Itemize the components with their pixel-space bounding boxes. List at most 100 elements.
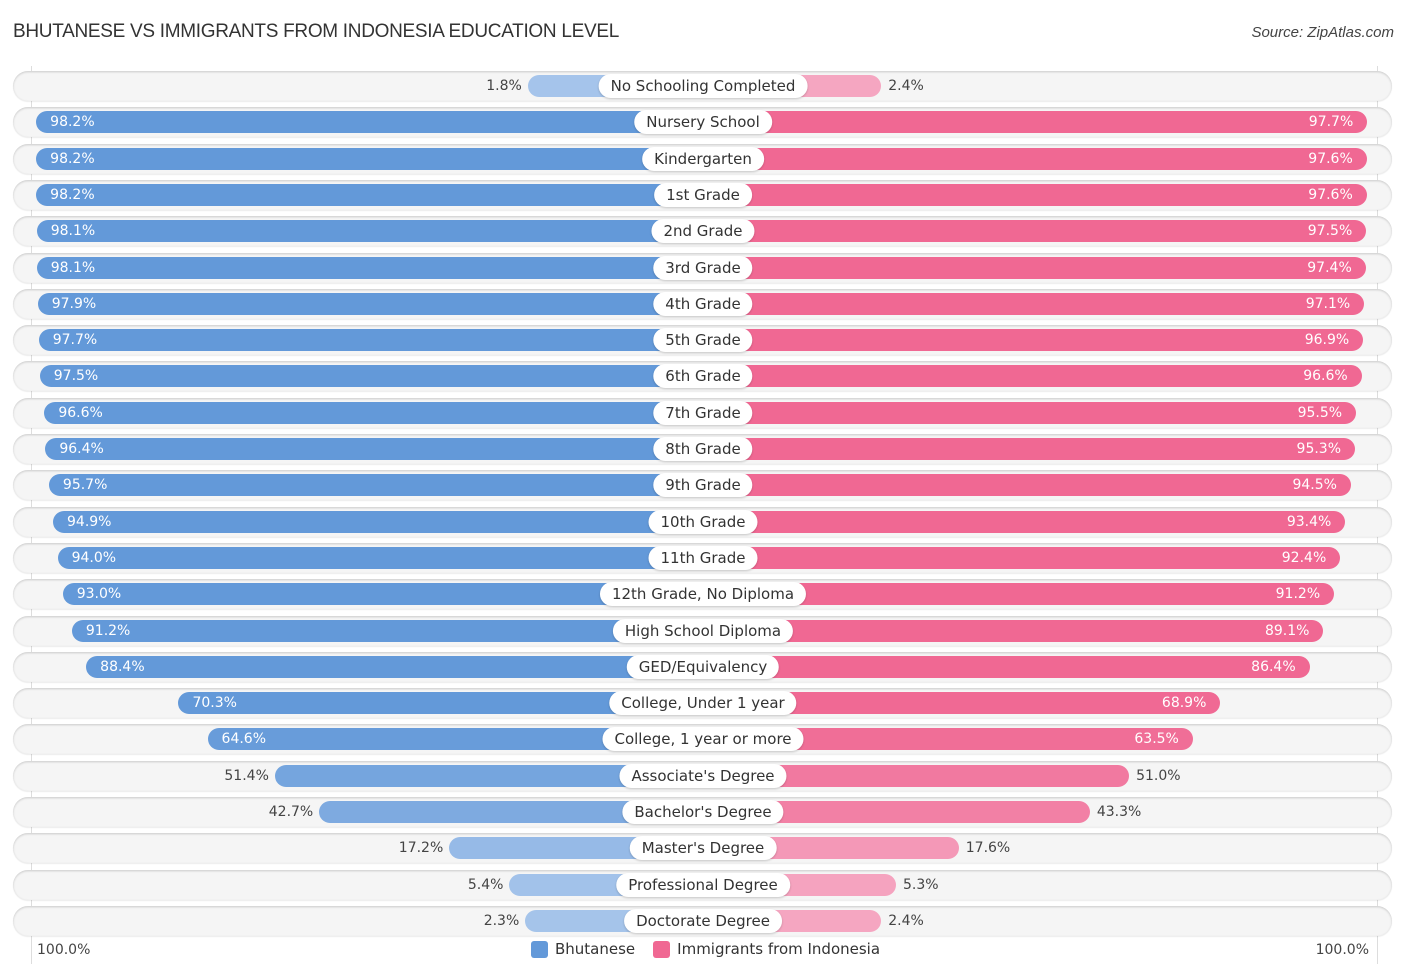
value-label-right-no-schooling-completed: 2.4%: [888, 78, 924, 94]
category-label-doctorate-degree: Doctorate Degree: [624, 908, 782, 933]
value-label-right-college-1-year-or-more: 63.5%: [1134, 731, 1179, 748]
value-label-left-11th-grade: 94.0%: [71, 549, 117, 566]
bar-left-1st-grade[interactable]: [36, 183, 703, 206]
value-label-left-master-s-degree: 17.2%: [398, 840, 444, 857]
category-label-3rd-grade: 3rd Grade: [653, 255, 753, 280]
value-label-left-no-schooling-completed: 1.8%: [486, 78, 522, 94]
bar-left-6th-grade[interactable]: [39, 365, 703, 388]
value-label-right-8th-grade: 95.3%: [1296, 441, 1342, 457]
category-label-kindergarten: Kindergarten: [642, 146, 764, 171]
bar-right-1st-grade[interactable]: [703, 183, 1367, 206]
legend-item-immigrants-from-indonesia[interactable]: Immigrants from Indonesia: [653, 940, 880, 958]
category-label-bachelor-s-degree: Bachelor's Degree: [622, 800, 784, 824]
value-label-left-9th-grade: 95.7%: [62, 477, 108, 494]
value-label-right-master-s-degree: 17.6%: [965, 840, 1011, 857]
bar-right-10th-grade[interactable]: [703, 510, 1346, 533]
bar-left-2nd-grade[interactable]: [36, 220, 703, 243]
bar-left-10th-grade[interactable]: [53, 510, 703, 533]
bar-right-ged-equivalency[interactable]: [703, 655, 1310, 678]
bar-left-5th-grade[interactable]: [38, 329, 703, 352]
value-label-left-college-1-year-or-more: 64.6%: [221, 731, 267, 748]
bar-right-7th-grade[interactable]: [703, 401, 1357, 424]
bar-right-3rd-grade[interactable]: [703, 256, 1366, 279]
bar-left-3rd-grade[interactable]: [36, 256, 703, 279]
value-label-left-college-under-1-year: 70.3%: [192, 695, 237, 712]
category-label-no-schooling-completed: No Schooling Completed: [598, 74, 808, 98]
value-label-right-7th-grade: 95.5%: [1297, 404, 1343, 421]
value-label-right-9th-grade: 94.5%: [1292, 477, 1337, 494]
value-label-left-ged-equivalency: 88.4%: [100, 658, 145, 675]
value-label-right-associate-s-degree: 51.0%: [1136, 767, 1181, 784]
bar-left-nursery-school[interactable]: [36, 111, 703, 134]
bar-left-kindergarten[interactable]: [36, 147, 703, 170]
value-label-left-kindergarten: 98.2%: [50, 150, 95, 167]
category-label-5th-grade: 5th Grade: [653, 328, 753, 353]
category-label-ged-equivalency: GED/Equivalency: [626, 654, 780, 679]
value-label-left-3rd-grade: 98.1%: [50, 259, 96, 276]
category-label-college-1-year-or-more: College, 1 year or more: [602, 727, 804, 752]
bar-right-11th-grade[interactable]: [703, 546, 1341, 569]
bar-left-ged-equivalency[interactable]: [86, 655, 703, 678]
legend-item-bhutanese[interactable]: Bhutanese: [531, 940, 635, 958]
value-label-right-ged-equivalency: 86.4%: [1251, 658, 1296, 675]
value-label-left-associate-s-degree: 51.4%: [224, 767, 269, 784]
right-axis-max-label: 100.0%: [1315, 942, 1369, 958]
value-label-right-high-school-diploma: 89.1%: [1264, 622, 1310, 639]
bar-right-kindergarten[interactable]: [703, 147, 1367, 170]
bar-left-high-school-diploma[interactable]: [71, 619, 703, 642]
value-label-right-bachelor-s-degree: 43.3%: [1096, 804, 1142, 820]
value-label-right-3rd-grade: 97.4%: [1307, 259, 1352, 276]
bar-right-nursery-school[interactable]: [703, 111, 1368, 134]
bar-right-6th-grade[interactable]: [703, 365, 1362, 388]
category-label-associate-s-degree: Associate's Degree: [619, 763, 787, 788]
category-label-10th-grade: 10th Grade: [648, 509, 758, 534]
legend-swatch-bhutanese: [531, 940, 548, 958]
value-label-right-4th-grade: 97.1%: [1305, 295, 1351, 312]
value-label-left-10th-grade: 94.9%: [67, 513, 112, 530]
value-label-left-7th-grade: 96.6%: [58, 404, 103, 421]
category-label-9th-grade: 9th Grade: [653, 473, 753, 498]
value-label-left-8th-grade: 96.4%: [59, 441, 104, 457]
bar-right-5th-grade[interactable]: [703, 329, 1364, 352]
value-label-right-nursery-school: 97.7%: [1308, 114, 1354, 131]
bar-left-4th-grade[interactable]: [37, 292, 703, 315]
category-label-master-s-degree: Master's Degree: [629, 836, 777, 861]
bar-right-8th-grade[interactable]: [703, 438, 1356, 460]
legend-label-immigrants-from-indonesia: Immigrants from Indonesia: [677, 940, 881, 958]
left-axis-max-label: 100.0%: [37, 942, 91, 958]
bar-right-high-school-diploma[interactable]: [703, 619, 1324, 642]
category-label-8th-grade: 8th Grade: [653, 437, 753, 461]
value-label-right-college-under-1-year: 68.9%: [1161, 695, 1207, 712]
bar-right-4th-grade[interactable]: [703, 292, 1365, 315]
category-label-7th-grade: 7th Grade: [653, 400, 753, 425]
value-label-left-4th-grade: 97.9%: [51, 295, 97, 312]
bar-left-8th-grade[interactable]: [45, 438, 703, 460]
bar-left-11th-grade[interactable]: [57, 546, 703, 569]
value-label-right-1st-grade: 97.6%: [1308, 186, 1353, 203]
value-label-right-11th-grade: 92.4%: [1281, 549, 1327, 566]
category-label-nursery-school: Nursery School: [634, 110, 772, 135]
value-label-left-1st-grade: 98.2%: [50, 186, 95, 203]
value-label-left-professional-degree: 5.4%: [467, 876, 504, 893]
category-label-1st-grade: 1st Grade: [654, 182, 752, 207]
value-label-right-professional-degree: 5.3%: [903, 876, 939, 893]
bar-left-7th-grade[interactable]: [44, 401, 703, 424]
value-label-right-5th-grade: 96.9%: [1304, 332, 1350, 349]
bar-right-2nd-grade[interactable]: [703, 220, 1367, 243]
value-label-right-2nd-grade: 97.5%: [1307, 223, 1353, 240]
bar-right-9th-grade[interactable]: [703, 474, 1351, 497]
value-label-left-6th-grade: 97.5%: [53, 368, 99, 385]
legend-swatch-immigrants-from-indonesia: [653, 940, 671, 958]
value-label-left-high-school-diploma: 91.2%: [85, 622, 131, 639]
value-label-left-2nd-grade: 98.1%: [50, 223, 96, 240]
value-label-right-kindergarten: 97.6%: [1308, 150, 1353, 167]
legend-label-bhutanese: Bhutanese: [555, 940, 636, 958]
category-label-2nd-grade: 2nd Grade: [651, 219, 755, 244]
category-label-6th-grade: 6th Grade: [653, 364, 753, 389]
value-label-right-10th-grade: 93.4%: [1286, 513, 1332, 530]
value-label-left-bachelor-s-degree: 42.7%: [268, 804, 314, 820]
value-label-left-nursery-school: 98.2%: [50, 114, 95, 131]
category-label-professional-degree: Professional Degree: [616, 872, 790, 897]
bar-left-9th-grade[interactable]: [48, 474, 703, 497]
value-label-right-doctorate-degree: 2.4%: [888, 912, 924, 929]
